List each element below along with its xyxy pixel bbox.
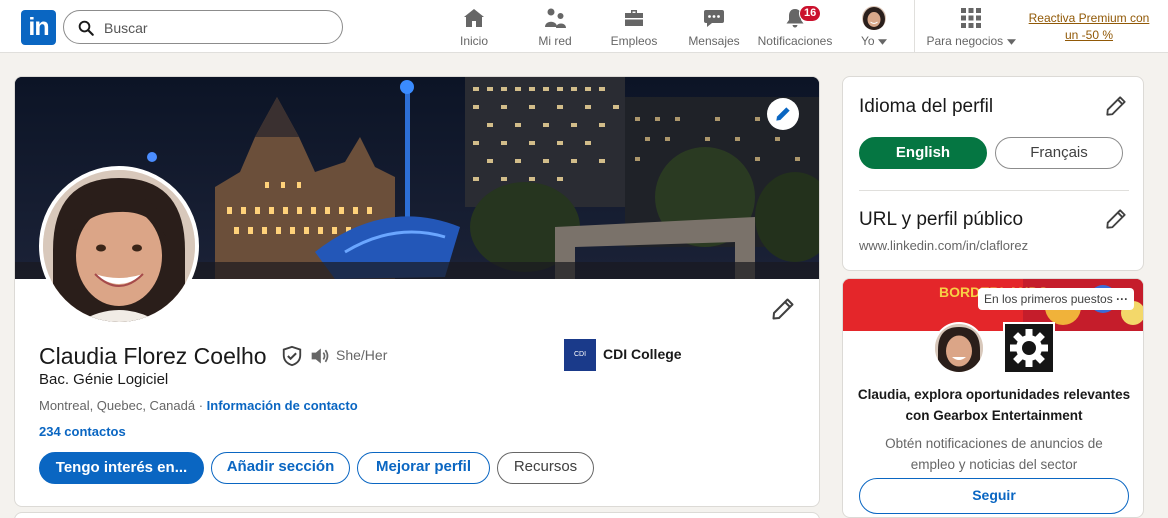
profile-language-title: Idioma del perfil xyxy=(859,96,994,117)
nav-messaging-label: Mensajes xyxy=(688,34,740,48)
edit-intro-pencil-icon[interactable] xyxy=(771,297,795,321)
school-logo[interactable]: CDI college xyxy=(564,339,596,390)
nav-my-network[interactable]: Mi red xyxy=(530,6,580,50)
network-icon xyxy=(545,8,566,28)
nav-me[interactable]: Yo xyxy=(852,6,896,50)
profile-language-card: Idioma del perfil English Français URL y… xyxy=(842,76,1144,271)
edit-language-pencil-icon[interactable] xyxy=(1105,95,1127,117)
more-options-icon[interactable]: ··· xyxy=(1116,292,1128,306)
language-option-english[interactable]: English xyxy=(859,137,987,169)
notification-count-badge: 16 xyxy=(799,5,822,22)
chevron-down-icon xyxy=(877,39,887,45)
search-input[interactable] xyxy=(104,17,324,39)
speaker-icon[interactable] xyxy=(309,346,331,366)
sponsored-ad-card: BORDERLANDS En los primeros puestos ··· xyxy=(842,278,1144,518)
chevron-down-icon xyxy=(1006,39,1016,45)
next-section-card xyxy=(14,512,820,518)
public-profile-url: www.linkedin.com/in/claflorez xyxy=(859,238,1029,253)
grid-apps-icon xyxy=(961,8,981,28)
briefcase-icon xyxy=(625,10,643,26)
premium-reactivate-link[interactable]: Reactiva Premium con un -50 % xyxy=(1026,10,1152,44)
edit-url-pencil-icon[interactable] xyxy=(1105,208,1127,230)
divider xyxy=(859,190,1129,191)
edit-cover-button[interactable] xyxy=(767,98,799,130)
gear-icon xyxy=(1005,324,1053,372)
messaging-icon xyxy=(704,10,724,27)
ad-top-ranked-tag[interactable]: En los primeros puestos ··· xyxy=(978,288,1135,310)
avatar xyxy=(862,6,886,30)
nav-jobs[interactable]: Empleos xyxy=(609,6,659,50)
search-box[interactable] xyxy=(63,10,343,44)
nav-home[interactable]: Inicio xyxy=(449,6,499,50)
enhance-profile-button[interactable]: Mejorar perfil xyxy=(357,452,490,484)
connections-link[interactable]: 234 contactos xyxy=(39,424,126,439)
nav-jobs-label: Empleos xyxy=(610,34,658,48)
add-section-button[interactable]: Añadir sección xyxy=(211,452,350,484)
nav-notifications-label: Notificaciones xyxy=(757,34,833,48)
language-option-french[interactable]: Français xyxy=(995,137,1123,169)
open-to-button[interactable]: Tengo interés en... xyxy=(39,452,204,484)
profile-name: Claudia Florez Coelho xyxy=(39,343,267,369)
ad-headline: Claudia, explora oportunidades relevante… xyxy=(857,387,1131,423)
home-icon xyxy=(464,9,484,27)
school-name[interactable]: CDI College xyxy=(603,346,682,362)
gearbox-logo xyxy=(1003,322,1055,374)
ad-user-avatar xyxy=(933,322,985,374)
public-url-title: URL y perfil público xyxy=(859,209,1024,230)
profile-intro-card: Claudia Florez Coelho She/Her Bac. Génie… xyxy=(14,76,820,507)
resources-button[interactable]: Recursos xyxy=(497,452,594,484)
nav-divider xyxy=(914,0,915,53)
follow-button[interactable]: Seguir xyxy=(859,478,1129,514)
nav-me-label: Yo xyxy=(852,34,896,48)
pencil-icon xyxy=(776,107,790,121)
profile-photo[interactable] xyxy=(39,166,199,326)
nav-messaging[interactable]: Mensajes xyxy=(687,6,741,50)
nav-for-business-label: Para negocios xyxy=(924,34,1018,48)
location-line: Montreal, Quebec, Canadá · Información d… xyxy=(39,398,358,413)
pronouns: She/Her xyxy=(336,347,388,363)
nav-notifications[interactable]: 16 Notificaciones xyxy=(755,5,835,50)
nav-my-network-label: Mi red xyxy=(538,34,572,48)
top-navigation: in Inicio Mi red Empleos xyxy=(0,0,1168,53)
nav-home-label: Inicio xyxy=(459,34,488,48)
nav-for-business[interactable]: Para negocios xyxy=(924,6,1018,50)
search-icon xyxy=(78,20,94,36)
verification-shield-icon[interactable] xyxy=(281,345,303,367)
linkedin-logo[interactable]: in xyxy=(21,10,56,45)
location-text: Montreal, Quebec, Canadá · xyxy=(39,398,204,413)
profile-headline: Bac. Génie Logiciel xyxy=(39,371,169,388)
ad-description: Obtén notificaciones de anuncios de empl… xyxy=(885,436,1103,472)
contact-info-link[interactable]: Información de contacto xyxy=(207,398,358,413)
ad-tag-label: En los primeros puestos xyxy=(984,292,1113,306)
